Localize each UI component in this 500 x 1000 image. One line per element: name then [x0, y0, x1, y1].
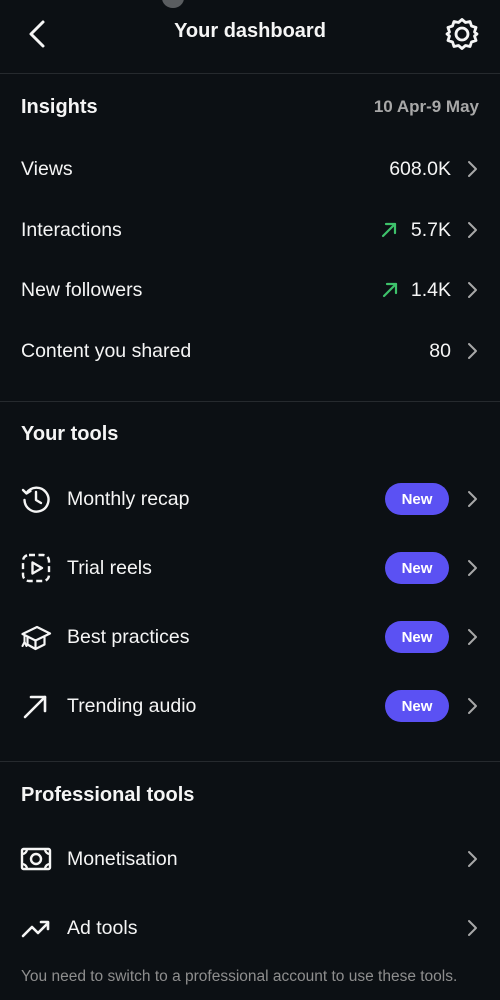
insight-value: 1.4K: [410, 278, 451, 301]
trend-up-arrow-icon: [382, 282, 398, 298]
chevron-right-icon: [468, 698, 477, 714]
chevron-right-icon: [468, 920, 477, 936]
professional-tools-title: Professional tools: [21, 784, 195, 806]
insight-label: New followers: [21, 278, 143, 301]
tool-label: Best practices: [67, 625, 190, 648]
insight-value: 5.7K: [410, 218, 451, 241]
tool-row-monthly-recap[interactable]: Monthly recap New: [0, 467, 500, 531]
insight-value: 80: [429, 339, 451, 362]
chevron-right-icon: [468, 851, 477, 867]
professional-account-note: You need to switch to a professional acc…: [21, 968, 458, 985]
top-bar: Your dashboard: [0, 0, 500, 74]
tool-label: Monetisation: [67, 847, 178, 870]
tool-row-trial-reels[interactable]: Trial reels New: [0, 536, 500, 600]
insights-title: Insights: [21, 96, 98, 118]
gear-icon[interactable]: [444, 16, 480, 52]
tool-row-best-practices[interactable]: Best practices New: [0, 605, 500, 669]
chevron-right-icon: [468, 629, 477, 645]
date-range[interactable]: 10 Apr-9 May: [374, 97, 479, 117]
tool-label: Trial reels: [67, 556, 152, 579]
new-badge: New: [385, 621, 449, 653]
dashboard-screen: Your dashboard Insights 10 Apr-9 May Vie…: [0, 0, 500, 1000]
tool-label: Monthly recap: [67, 487, 190, 510]
tool-row-monetisation[interactable]: Monetisation: [0, 827, 500, 891]
insight-row-views[interactable]: Views 608.0K: [0, 139, 500, 199]
insight-label: Interactions: [21, 218, 122, 241]
trend-up-arrow-icon: [381, 222, 397, 238]
chevron-right-icon: [468, 343, 477, 359]
graduation-cap-icon: [21, 625, 52, 651]
chevron-right-icon: [468, 161, 477, 177]
reel-play-icon: [21, 553, 51, 583]
section-divider: [0, 401, 500, 402]
page-title: Your dashboard: [174, 20, 326, 42]
new-badge: New: [385, 483, 449, 515]
your-tools-title: Your tools: [21, 423, 119, 445]
chevron-right-icon: [468, 560, 477, 576]
history-icon: [21, 486, 50, 513]
insight-row-new-followers[interactable]: New followers 1.4K: [0, 260, 500, 320]
insight-label: Content you shared: [21, 339, 192, 362]
tool-label: Ad tools: [67, 916, 138, 939]
chevron-right-icon: [468, 222, 477, 238]
section-divider: [0, 761, 500, 762]
new-badge: New: [385, 690, 449, 722]
insight-row-content-shared[interactable]: Content you shared 80: [0, 321, 500, 381]
insight-value: 608.0K: [389, 157, 451, 180]
trending-up-icon: [21, 920, 50, 938]
chevron-right-icon: [468, 491, 477, 507]
chevron-right-icon: [468, 282, 477, 298]
tool-row-ad-tools[interactable]: Ad tools: [0, 896, 500, 960]
tool-row-trending-audio[interactable]: Trending audio New: [0, 674, 500, 738]
tool-label: Trending audio: [67, 694, 197, 717]
insight-label: Views: [21, 157, 73, 180]
arrow-up-right-icon: [23, 695, 47, 719]
money-icon: [20, 847, 52, 871]
insight-row-interactions[interactable]: Interactions 5.7K: [0, 200, 500, 260]
new-badge: New: [385, 552, 449, 584]
